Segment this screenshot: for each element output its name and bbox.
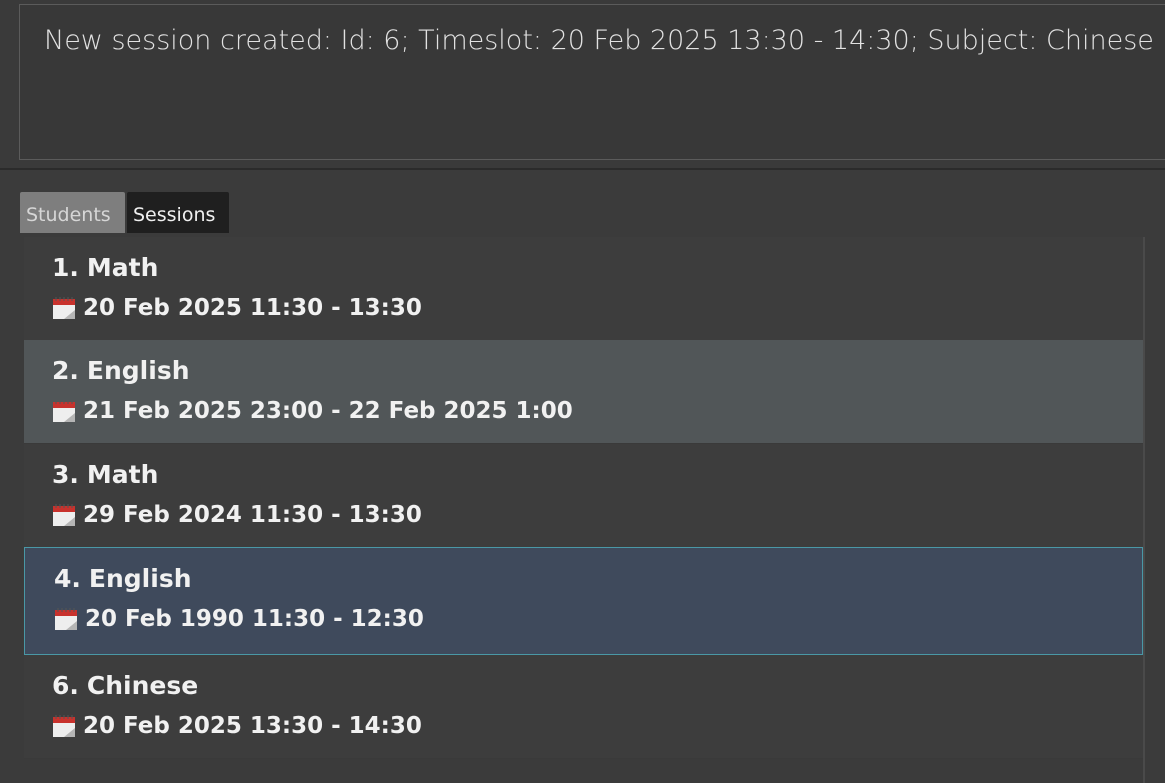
session-title: 3. Math <box>52 460 158 489</box>
session-title: 4. English <box>54 564 192 593</box>
session-card[interactable]: 6. Chinese 20 Feb 2025 13:30 - 14:30 <box>24 655 1143 758</box>
session-timeslot: 20 Feb 1990 11:30 - 12:30 <box>85 606 424 632</box>
calendar-icon <box>52 399 76 423</box>
session-subject: English <box>88 564 192 593</box>
result-display-box[interactable]: New session created: Id: 6; Timeslot: 20… <box>19 4 1165 160</box>
session-title: 1. Math <box>52 253 158 282</box>
session-timeslot-row: 20 Feb 2025 13:30 - 14:30 <box>52 713 422 739</box>
session-subject: English <box>86 356 190 385</box>
session-timeslot: 20 Feb 2025 13:30 - 14:30 <box>83 713 422 739</box>
session-subject: Chinese <box>86 671 199 700</box>
session-subject: Math <box>86 253 159 282</box>
session-card[interactable]: 1. Math 20 Feb 2025 11:30 - 13:30 <box>24 237 1143 340</box>
tab-students[interactable]: Students <box>20 192 125 233</box>
session-card[interactable]: 2. English 21 Feb 2025 23:00 - 22 Feb 20… <box>24 340 1143 443</box>
calendar-icon <box>54 607 78 631</box>
session-number: 3. <box>52 460 79 489</box>
session-card[interactable]: 3. Math 29 Feb 2024 11:30 - 13:30 <box>24 444 1143 547</box>
session-timeslot: 29 Feb 2024 11:30 - 13:30 <box>83 502 422 528</box>
tab-bar: Students Sessions <box>20 192 229 233</box>
tab-sessions[interactable]: Sessions <box>127 192 229 233</box>
result-message: New session created: Id: 6; Timeslot: 20… <box>44 25 1154 56</box>
calendar-icon <box>52 296 76 320</box>
session-number: 6. <box>52 671 79 700</box>
result-display-panel: New session created: Id: 6; Timeslot: 20… <box>0 0 1165 170</box>
session-timeslot-row: 20 Feb 1990 11:30 - 12:30 <box>54 606 424 632</box>
session-timeslot: 20 Feb 2025 11:30 - 13:30 <box>83 295 422 321</box>
session-timeslot: 21 Feb 2025 23:00 - 22 Feb 2025 1:00 <box>83 398 573 424</box>
session-subject: Math <box>86 460 159 489</box>
calendar-icon <box>52 503 76 527</box>
session-number: 2. <box>52 356 79 385</box>
session-timeslot-row: 29 Feb 2024 11:30 - 13:30 <box>52 502 422 528</box>
session-number: 4. <box>54 564 81 593</box>
session-timeslot-row: 20 Feb 2025 11:30 - 13:30 <box>52 295 422 321</box>
calendar-icon <box>52 714 76 738</box>
session-title: 6. Chinese <box>52 671 198 700</box>
session-timeslot-row: 21 Feb 2025 23:00 - 22 Feb 2025 1:00 <box>52 398 573 424</box>
session-title: 2. English <box>52 356 190 385</box>
list-scrollbar-edge <box>1143 237 1145 783</box>
session-number: 1. <box>52 253 79 282</box>
session-card-selected[interactable]: 4. English 20 Feb 1990 11:30 - 12:30 <box>24 547 1143 655</box>
